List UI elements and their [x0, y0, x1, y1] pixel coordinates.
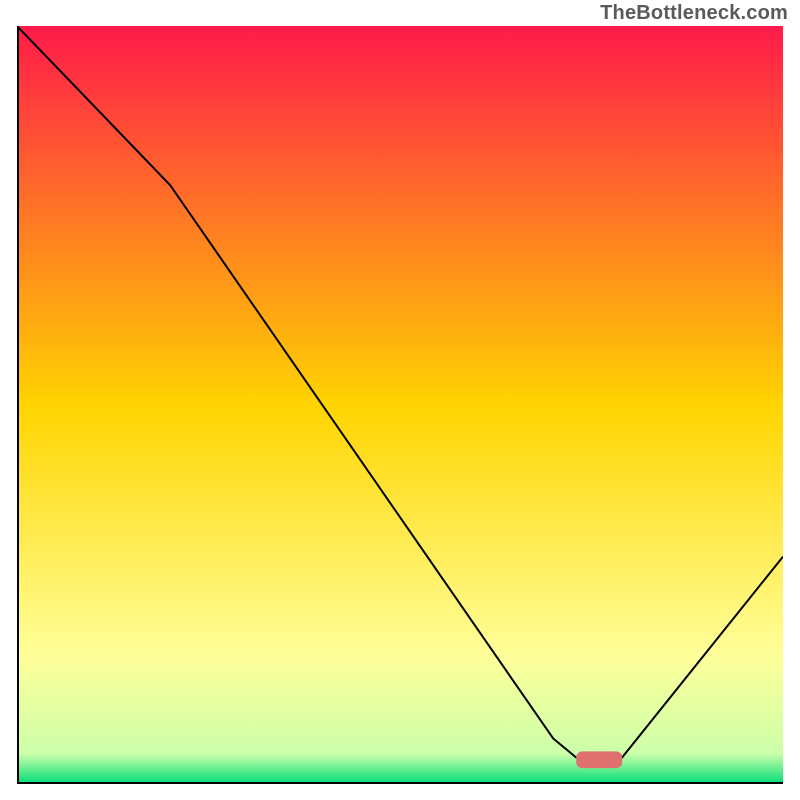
watermark-text: TheBottleneck.com: [600, 2, 788, 25]
axes-frame: [17, 26, 783, 784]
